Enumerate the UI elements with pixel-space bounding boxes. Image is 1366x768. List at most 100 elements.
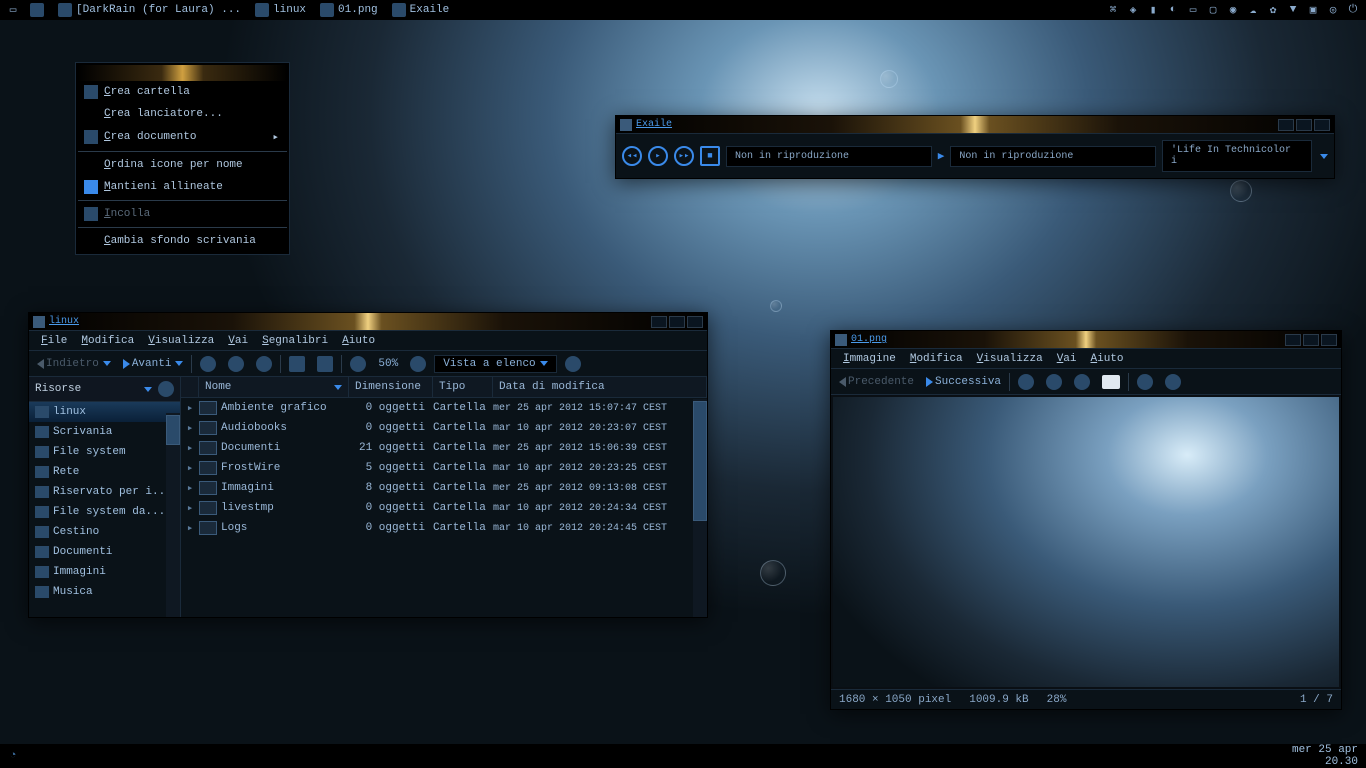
ctx-item[interactable]: Ordina icone per nome (78, 154, 287, 176)
menu-file[interactable]: File (35, 333, 73, 349)
taskbar-item-linux[interactable]: linux (249, 1, 312, 19)
file-row[interactable]: ▸Audiobooks0 oggettiCartellamar 10 apr 2… (181, 418, 707, 438)
show-desktop-icon[interactable]: ▭ (4, 2, 22, 18)
sidebar-item[interactable]: Immagini (29, 562, 180, 582)
up-button[interactable] (196, 354, 220, 374)
image-canvas[interactable] (833, 397, 1339, 687)
menu-modifica[interactable]: Modifica (904, 351, 969, 367)
minimize-button[interactable] (1278, 119, 1294, 131)
menu-aiuto[interactable]: Aiuto (1085, 351, 1130, 367)
menu-immagine[interactable]: Immagine (837, 351, 902, 367)
zoom-fit-button[interactable] (1070, 372, 1094, 392)
menu-visualizza[interactable]: Visualizza (142, 333, 220, 349)
file-row[interactable]: ▸Immagini8 oggettiCartellamer 25 apr 201… (181, 478, 707, 498)
sidebar-item[interactable]: Documenti (29, 542, 180, 562)
fm-titlebar[interactable]: linux (29, 313, 707, 331)
tray-wifi-icon[interactable]: ◈ (1124, 2, 1142, 18)
ctx-item[interactable]: Crea cartella (78, 81, 287, 103)
ctx-item[interactable]: Cambia sfondo scrivania (78, 230, 287, 252)
file-row[interactable]: ▸FrostWire5 oggettiCartellamar 10 apr 20… (181, 458, 707, 478)
start-menu-icon[interactable]: ◔ (4, 748, 22, 764)
rotate-left-button[interactable] (1133, 372, 1157, 392)
tray-volume-icon[interactable]: ◐ (1164, 2, 1182, 18)
ctx-item[interactable]: Crea documento▸ (78, 125, 287, 149)
maximize-button[interactable] (1303, 334, 1319, 346)
search-button[interactable] (561, 354, 585, 374)
menu-modifica[interactable]: Modifica (75, 333, 140, 349)
sidebar-item[interactable]: Musica (29, 582, 180, 602)
forward-button[interactable]: Avanti (119, 356, 188, 372)
file-row[interactable]: ▸Logs0 oggettiCartellamar 10 apr 2012 20… (181, 518, 707, 538)
view-mode-select[interactable]: Vista a elenco (434, 355, 556, 373)
menu-aiuto[interactable]: Aiuto (336, 333, 381, 349)
tray-down-icon[interactable]: ▼ (1284, 2, 1302, 18)
clock[interactable]: mer 25 apr 20.30 (1284, 744, 1366, 768)
col-name[interactable]: Nome (199, 377, 349, 397)
menu-vai[interactable]: Vai (222, 333, 254, 349)
sidebar-item[interactable]: Rete (29, 462, 180, 482)
refresh-icon[interactable] (158, 381, 174, 397)
tray-apple-icon[interactable]: ⌘ (1104, 2, 1122, 18)
file-row[interactable]: ▸livestmp0 oggettiCartellamar 10 apr 201… (181, 498, 707, 518)
tray-battery-icon[interactable]: ▮ (1144, 2, 1162, 18)
computer-button[interactable] (313, 354, 337, 374)
maximize-button[interactable] (669, 316, 685, 328)
prev-image-button[interactable]: Precedente (835, 374, 918, 390)
next-button[interactable]: ▸▸ (674, 146, 694, 166)
list-scrollbar[interactable] (693, 399, 707, 617)
prev-button[interactable]: ◂◂ (622, 146, 642, 166)
taskbar-item[interactable] (24, 1, 50, 19)
minimize-button[interactable] (1285, 334, 1301, 346)
taskbar-item-darkrain[interactable]: [DarkRain (for Laura) ... (52, 1, 247, 19)
home-button[interactable] (285, 354, 309, 374)
col-type[interactable]: Tipo (433, 377, 493, 397)
zoom-out-button[interactable] (346, 354, 370, 374)
tray-clip-icon[interactable]: ▣ (1304, 2, 1322, 18)
taskbar-item-01png[interactable]: 01.png (314, 1, 384, 19)
sidebar-header[interactable]: Risorse (29, 377, 180, 402)
minimize-button[interactable] (651, 316, 667, 328)
close-button[interactable] (687, 316, 703, 328)
tray-monitor-icon[interactable]: ▢ (1204, 2, 1222, 18)
ctx-item[interactable]: Mantieni allineate (78, 176, 287, 198)
reload-button[interactable] (252, 354, 276, 374)
tray-update-icon[interactable]: ◉ (1224, 2, 1242, 18)
ctx-item[interactable]: Crea lanciatore... (78, 103, 287, 125)
maximize-button[interactable] (1296, 119, 1312, 131)
close-button[interactable] (1314, 119, 1330, 131)
tray-weather-icon[interactable]: ☁ (1244, 2, 1262, 18)
fullscreen-button[interactable] (1098, 373, 1124, 391)
exaile-titlebar[interactable]: Exaile (616, 116, 1334, 134)
sidebar-item[interactable]: linux (29, 402, 180, 422)
play-button[interactable]: ▸ (648, 146, 668, 166)
close-button[interactable] (1321, 334, 1337, 346)
taskbar-item-exaile[interactable]: Exaile (386, 1, 456, 19)
zoom-out-button[interactable] (1042, 372, 1066, 392)
stop-nav-button[interactable] (224, 354, 248, 374)
next-image-button[interactable]: Successiva (922, 374, 1005, 390)
tray-app-icon[interactable]: ◎ (1324, 2, 1342, 18)
file-row[interactable]: ▸Documenti21 oggettiCartellamer 25 apr 2… (181, 438, 707, 458)
sidebar-item[interactable]: Scrivania (29, 422, 180, 442)
iv-titlebar[interactable]: 01.png (831, 331, 1341, 349)
zoom-in-button[interactable] (1014, 372, 1038, 392)
rotate-right-button[interactable] (1161, 372, 1185, 392)
menu-vai[interactable]: Vai (1051, 351, 1083, 367)
tray-chat-icon[interactable]: ▭ (1184, 2, 1202, 18)
menu-segnalibri[interactable]: Segnalibri (256, 333, 334, 349)
zoom-in-button[interactable] (406, 354, 430, 374)
sidebar-scrollbar[interactable] (166, 413, 180, 617)
sidebar-item[interactable]: Riservato per i... (29, 482, 180, 502)
col-date[interactable]: Data di modifica (493, 377, 707, 397)
stop-button[interactable]: ■ (700, 146, 720, 166)
sidebar-item[interactable]: Cestino (29, 522, 180, 542)
play-indicator-icon[interactable]: ▶ (938, 149, 945, 163)
sidebar-item[interactable]: File system da... (29, 502, 180, 522)
tray-gear-icon[interactable]: ✿ (1264, 2, 1282, 18)
col-size[interactable]: Dimensione (349, 377, 433, 397)
sidebar-item[interactable]: File system (29, 442, 180, 462)
back-button[interactable]: Indietro (33, 356, 115, 372)
queue-dropdown-icon[interactable] (1320, 154, 1328, 159)
menu-visualizza[interactable]: Visualizza (971, 351, 1049, 367)
file-row[interactable]: ▸Ambiente grafico0 oggettiCartellamer 25… (181, 398, 707, 418)
